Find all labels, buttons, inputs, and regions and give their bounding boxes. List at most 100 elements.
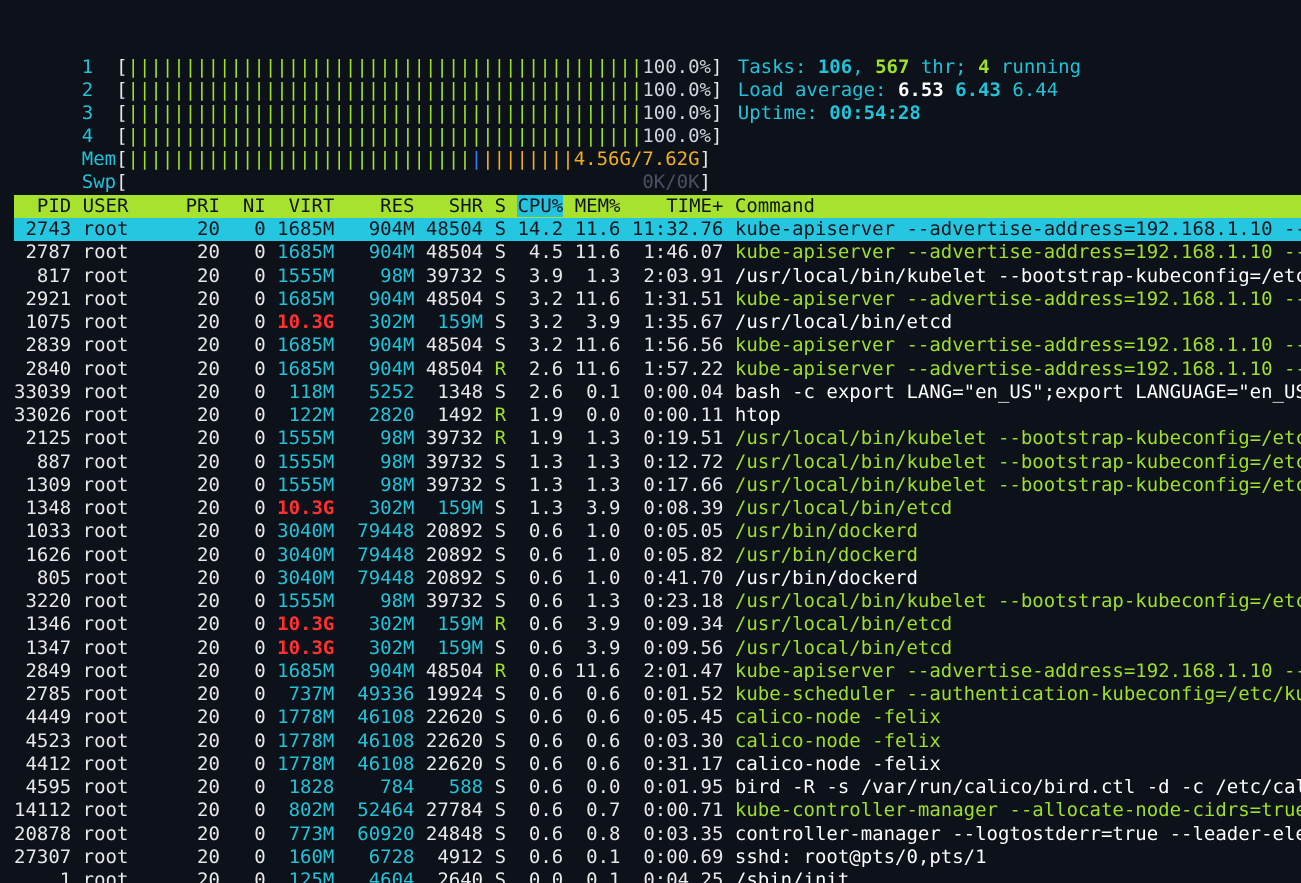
cpu-cell: 0.6 <box>517 590 564 612</box>
col-shr[interactable]: SHR <box>426 195 483 217</box>
process-row[interactable]: 2840 root 20 0 1685M 904M 48504 R 2.6 11… <box>14 358 1301 381</box>
process-row[interactable]: 2787 root 20 0 1685M 904M 48504 S 4.5 11… <box>14 241 1301 264</box>
time-cell: 1:46.07 <box>631 241 724 264</box>
process-row[interactable]: 887 root 20 0 1555M 98M 39732 S 1.3 1.3 … <box>14 451 1301 474</box>
col-cpu[interactable]: CPU% <box>517 195 564 217</box>
user-cell: root <box>82 566 186 589</box>
cpu-cell: 0.6 <box>517 636 564 659</box>
cpu-cell: 0.6 <box>517 520 564 543</box>
htop-terminal[interactable]: 1 [|||||||||||||||||||||||||||||||||||||… <box>0 0 1301 883</box>
pid-cell: 2840 <box>14 357 72 380</box>
process-row[interactable]: 33039 root 20 0 118M 5252 1348 S 2.6 0.1… <box>14 381 1301 404</box>
res-cell: 904M <box>345 357 415 380</box>
mem-cell: 1.3 <box>574 590 621 612</box>
mem-cell: 1.3 <box>574 473 621 496</box>
process-row[interactable]: 2921 root 20 0 1685M 904M 48504 S 3.2 11… <box>14 288 1301 311</box>
col-res[interactable]: RES <box>346 195 414 217</box>
process-row[interactable]: 14112 root 20 0 802M 52464 27784 S 0.6 0… <box>14 799 1301 822</box>
virt-cell: 1685M <box>277 659 335 682</box>
command-cell: /usr/local/bin/etcd <box>734 636 953 659</box>
process-row[interactable]: 20878 root 20 0 773M 60920 24848 S 0.6 0… <box>14 823 1301 846</box>
process-row[interactable]: 1033 root 20 0 3040M 79448 20892 S 0.6 1… <box>14 520 917 543</box>
process-row[interactable]: 1346 root 20 0 10.3G 302M 159M R 0.6 3.9… <box>14 613 952 636</box>
process-row[interactable]: 27307 root 20 0 160M 6728 4912 S 0.6 0.1… <box>14 846 987 869</box>
state-cell: S <box>494 264 507 287</box>
process-row[interactable]: 1626 root 20 0 3040M 79448 20892 S 0.6 1… <box>14 543 917 567</box>
pri-cell: 20 <box>185 566 220 589</box>
process-row[interactable]: 4595 root 20 0 1828 784 588 S 0.6 0.0 0:… <box>14 776 1301 799</box>
shr-cell: 588 <box>425 776 484 798</box>
swap-meter: Swp[ 0K/0K] <box>81 171 711 194</box>
cpu-cell: 3.2 <box>517 334 564 357</box>
col-ni[interactable]: NI <box>231 195 266 217</box>
pid-cell: 2921 <box>14 287 72 310</box>
process-row[interactable]: 2849 root 20 0 1685M 904M 48504 R 0.6 11… <box>14 660 1301 683</box>
shr-cell: 48504 <box>425 241 484 264</box>
virt-cell: 1555M <box>277 427 335 450</box>
mem-cell: 3.9 <box>574 497 621 519</box>
process-row[interactable]: 1348 root 20 0 10.3G 302M 159M S 1.3 3.9… <box>14 497 952 520</box>
user-cell: root <box>82 287 186 310</box>
time-cell: 11:32.76 <box>631 218 724 240</box>
process-row[interactable]: 2743 root 20 0 1685M 904M 48504 S 14.2 1… <box>14 218 1301 242</box>
col-pid[interactable]: PID <box>14 195 71 217</box>
process-row[interactable]: 2839 root 20 0 1685M 904M 48504 S 3.2 11… <box>14 334 1301 357</box>
process-row[interactable]: 2125 root 20 0 1555M 98M 39732 R 1.9 1.3… <box>14 427 1301 450</box>
ni-cell: 0 <box>231 845 266 868</box>
cpu-cell: 3.9 <box>517 264 564 287</box>
pri-cell: 20 <box>185 450 220 473</box>
ni-cell: 0 <box>231 613 266 636</box>
command-cell: /usr/local/bin/kubelet --bootstrap-kubec… <box>734 264 1301 287</box>
state-cell: S <box>494 729 507 752</box>
process-row[interactable]: 817 root 20 0 1555M 98M 39732 S 3.9 1.3 … <box>14 265 1301 288</box>
user-cell: root <box>82 218 186 240</box>
process-row[interactable]: 4523 root 20 0 1778M 46108 22620 S 0.6 0… <box>14 729 940 753</box>
pid-cell: 20878 <box>14 822 72 845</box>
col-mem[interactable]: MEM% <box>575 195 621 217</box>
time-cell: 0:00.69 <box>631 845 724 868</box>
shr-cell: 1492 <box>425 404 484 426</box>
user-cell: root <box>82 357 186 380</box>
process-row[interactable]: 33026 root 20 0 122M 2820 1492 R 1.9 0.0… <box>14 404 781 427</box>
col-s[interactable]: S <box>495 195 506 217</box>
col-pri[interactable]: PRI <box>186 195 220 217</box>
cpu-cell: 0.6 <box>517 683 564 705</box>
col-virt[interactable]: VIRT <box>277 195 335 217</box>
state-cell: S <box>494 776 507 798</box>
time-cell: 0:31.17 <box>631 752 724 775</box>
pri-cell: 20 <box>185 287 220 310</box>
process-row[interactable]: 805 root 20 0 3040M 79448 20892 S 0.6 1.… <box>14 567 918 590</box>
virt-cell: 10.3G <box>277 613 335 636</box>
process-row[interactable]: 1 root 20 0 125M 4604 2640 S 0.0 0.1 0:0… <box>14 869 850 883</box>
mem-cell: 1.3 <box>574 450 621 473</box>
col-time[interactable]: TIME+ <box>632 195 723 217</box>
state-cell: S <box>494 752 507 775</box>
col-user[interactable]: USER <box>83 195 186 217</box>
res-cell: 98M <box>345 264 415 287</box>
cpu-cell: 1.9 <box>517 404 564 426</box>
process-row[interactable]: 4412 root 20 0 1778M 46108 22620 S 0.6 0… <box>14 752 940 776</box>
process-row[interactable]: 4449 root 20 0 1778M 46108 22620 S 0.6 0… <box>14 706 940 729</box>
shr-cell: 39732 <box>425 590 484 612</box>
process-row[interactable]: 3220 root 20 0 1555M 98M 39732 S 0.6 1.3… <box>14 590 1301 613</box>
time-cell: 0:01.52 <box>631 683 724 705</box>
cpu-cell: 0.6 <box>517 543 564 566</box>
ni-cell: 0 <box>231 590 266 612</box>
virt-cell: 1555M <box>277 590 335 612</box>
res-cell: 46108 <box>345 752 415 775</box>
mem-cell: 1.3 <box>574 427 621 450</box>
col-command[interactable]: Command <box>735 195 815 217</box>
virt-cell: 10.3G <box>277 311 335 333</box>
process-row[interactable]: 1309 root 20 0 1555M 98M 39732 S 1.3 1.3… <box>14 474 1301 497</box>
process-row[interactable]: 2785 root 20 0 737M 49336 19924 S 0.6 0.… <box>14 683 1301 706</box>
ni-cell: 0 <box>231 752 266 775</box>
virt-cell: 802M <box>277 799 335 822</box>
res-cell: 98M <box>345 590 415 612</box>
process-row[interactable]: 1347 root 20 0 10.3G 302M 159M S 0.6 3.9… <box>14 637 952 660</box>
res-cell: 46108 <box>345 729 415 752</box>
process-row[interactable]: 1075 root 20 0 10.3G 302M 159M S 3.2 3.9… <box>14 311 952 334</box>
mem-cell: 0.6 <box>574 729 621 752</box>
pri-cell: 20 <box>185 869 220 883</box>
res-cell: 904M <box>345 218 415 240</box>
res-cell: 904M <box>345 334 415 357</box>
